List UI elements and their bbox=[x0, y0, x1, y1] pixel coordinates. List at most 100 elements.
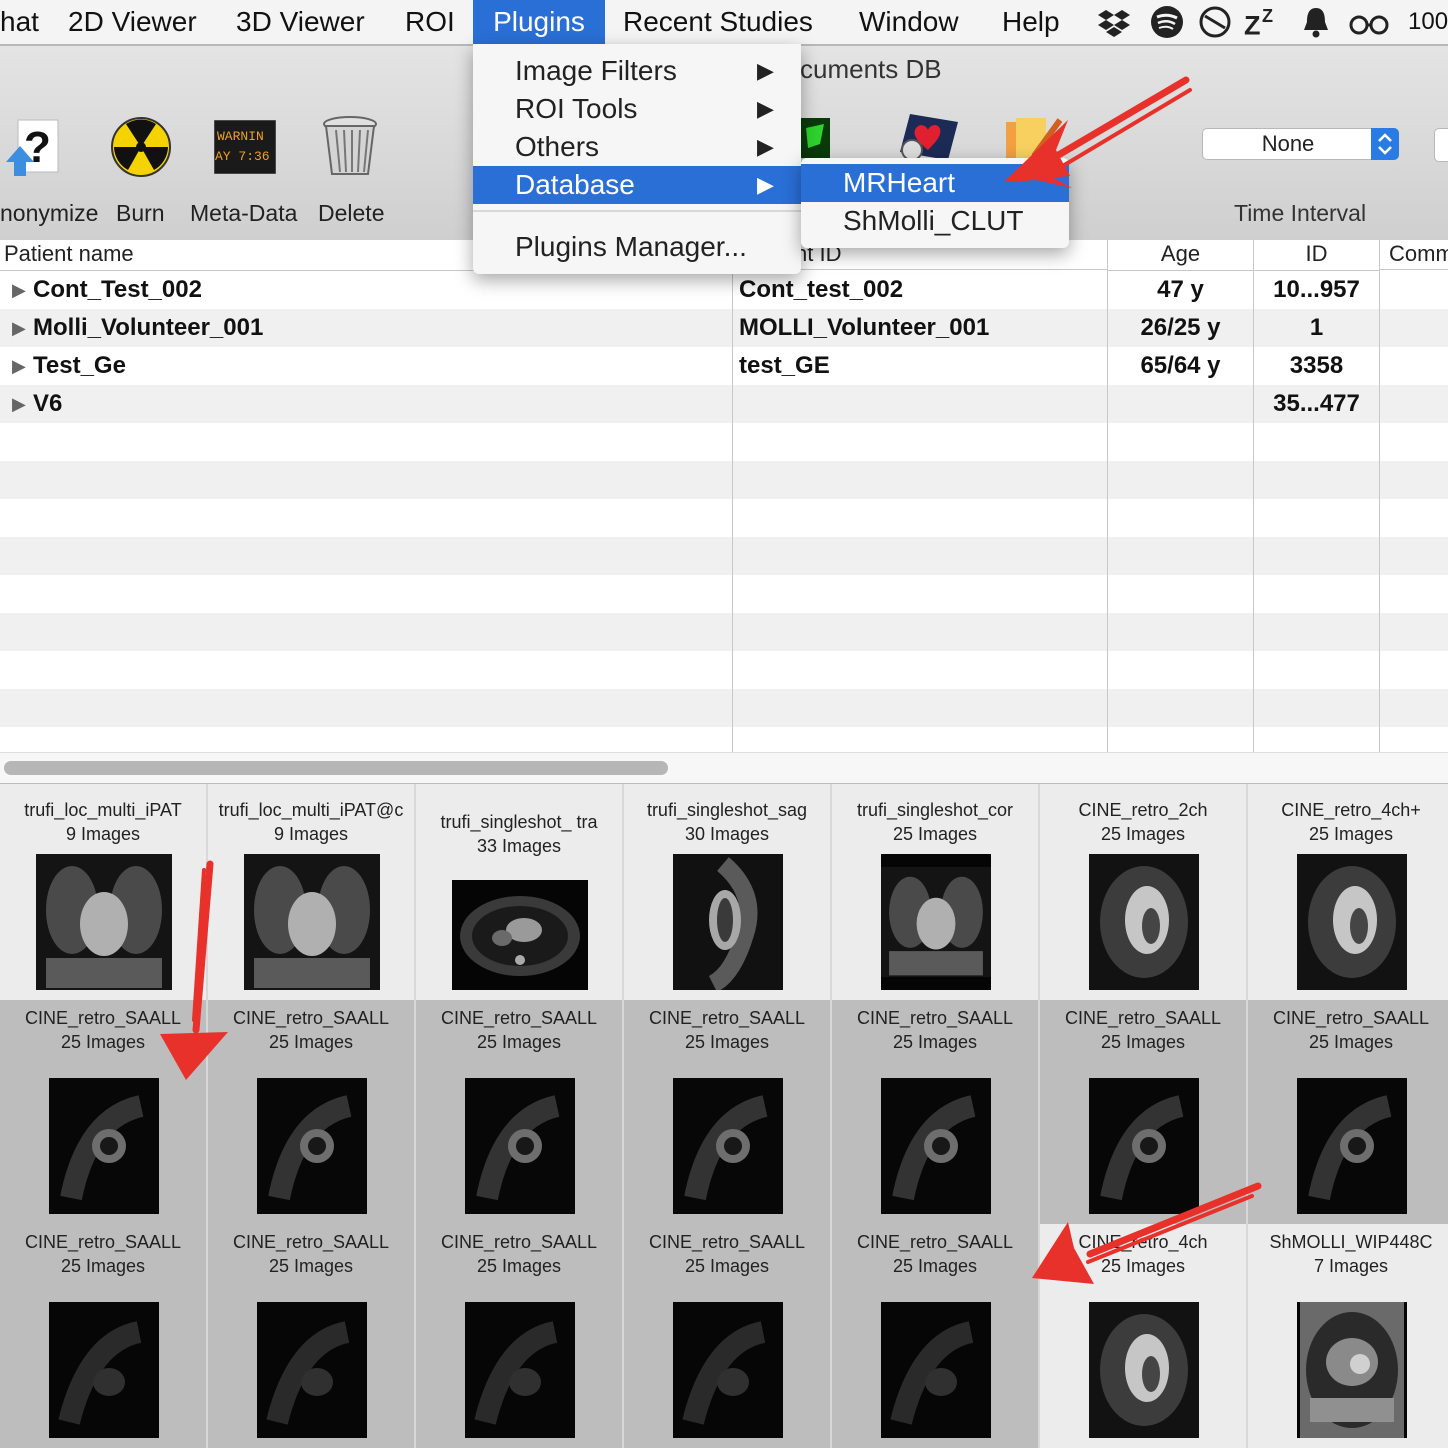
series-tile[interactable]: CINE_retro_SAALL 25 Images bbox=[832, 1000, 1040, 1224]
series-name: trufi_singleshot_sag bbox=[646, 800, 808, 820]
delete-trash-icon[interactable] bbox=[322, 114, 378, 178]
series-image-count: 25 Images bbox=[892, 1032, 978, 1052]
series-tile[interactable]: CINE_retro_2ch 25 Images bbox=[1040, 784, 1248, 1000]
series-thumbnail-image[interactable] bbox=[49, 1302, 159, 1438]
empty-row bbox=[0, 651, 1448, 689]
table-row[interactable]: ▶ Cont_Test_002 Cont_test_002 47 y 10...957 bbox=[0, 271, 1448, 309]
series-thumbnail-image[interactable] bbox=[1297, 1302, 1407, 1438]
disclosure-triangle-icon[interactable]: ▶ bbox=[12, 309, 26, 347]
table-row[interactable]: ▶ V6 35...477 bbox=[0, 385, 1448, 423]
burn-radiation-icon[interactable] bbox=[110, 116, 172, 178]
clut-palette-icon[interactable] bbox=[1004, 116, 1062, 162]
submenu-item-shmolli-clut[interactable]: ShMolli_CLUT bbox=[801, 202, 1069, 240]
series-thumbnail-image[interactable] bbox=[1297, 854, 1407, 990]
menu-3d-viewer[interactable]: 3D Viewer bbox=[236, 0, 365, 44]
series-thumbnail-image[interactable] bbox=[673, 854, 783, 990]
glasses-icon[interactable] bbox=[1348, 4, 1390, 40]
series-thumbnail-image[interactable] bbox=[49, 1078, 159, 1214]
series-tile[interactable]: CINE_retro_4ch+ 25 Images bbox=[1248, 784, 1448, 1000]
series-thumbnail-image[interactable] bbox=[881, 1302, 991, 1438]
spotify-icon[interactable] bbox=[1149, 4, 1185, 40]
series-thumbnail-image[interactable] bbox=[1297, 1078, 1407, 1214]
submenu-item-label: ShMolli_CLUT bbox=[843, 205, 1024, 236]
menu-item-plugins-manager[interactable]: Plugins Manager... bbox=[473, 228, 801, 266]
menu-item-image-filters[interactable]: Image Filters ▶ bbox=[473, 52, 801, 90]
menu-item-roi-tools[interactable]: ROI Tools ▶ bbox=[473, 90, 801, 128]
series-name: CINE_retro_SAALL bbox=[232, 1008, 390, 1028]
series-tile[interactable]: trufi_loc_multi_iPAT@c 9 Images bbox=[208, 784, 416, 1000]
series-tile[interactable]: trufi_singleshot_sag 30 Images bbox=[624, 784, 832, 1000]
series-thumbnail-image[interactable] bbox=[1089, 1078, 1199, 1214]
series-thumbnail-image[interactable] bbox=[1089, 1302, 1199, 1438]
series-tile[interactable]: CINE_retro_SAALL 25 Images bbox=[416, 1224, 624, 1448]
menu-recent-studies[interactable]: Recent Studies bbox=[623, 0, 813, 44]
submenu-arrow-icon: ▶ bbox=[757, 96, 774, 121]
menu-roi[interactable]: ROI bbox=[405, 0, 455, 44]
series-thumbnail-image[interactable] bbox=[452, 880, 588, 990]
series-thumbnail-image[interactable] bbox=[244, 854, 380, 990]
series-tile[interactable]: trufi_singleshot_cor 25 Images bbox=[832, 784, 1040, 1000]
series-thumbnail-image[interactable] bbox=[673, 1302, 783, 1438]
menu-format[interactable]: hat bbox=[0, 0, 39, 44]
series-tile[interactable]: CINE_retro_SAALL 25 Images bbox=[832, 1224, 1040, 1448]
sleep-icon[interactable]: ZZ bbox=[1244, 4, 1280, 40]
series-thumbnail-image[interactable] bbox=[257, 1078, 367, 1214]
series-tile[interactable]: trufi_singleshot_ tra 33 Images bbox=[416, 784, 624, 1000]
meta-data-icon[interactable]: WARNIN AY 7:36 bbox=[214, 120, 276, 174]
series-tile[interactable]: CINE_retro_SAALL 25 Images bbox=[208, 1000, 416, 1224]
do-not-disturb-icon[interactable] bbox=[1197, 4, 1233, 40]
series-thumbnail-image[interactable] bbox=[673, 1078, 783, 1214]
dropbox-icon[interactable] bbox=[1096, 4, 1132, 40]
menu-item-label: Others bbox=[515, 131, 600, 162]
series-tile[interactable]: CINE_retro_SAALL 25 Images bbox=[208, 1224, 416, 1448]
disclosure-triangle-icon[interactable]: ▶ bbox=[12, 347, 26, 385]
menu-bar: hat 2D Viewer 3D Viewer ROI Plugins Rece… bbox=[0, 0, 1448, 46]
series-thumbnail-image[interactable] bbox=[257, 1302, 367, 1438]
series-tile[interactable]: CINE_retro_SAALL 25 Images bbox=[624, 1224, 832, 1448]
heart-plugin-icon[interactable] bbox=[896, 110, 962, 160]
series-tile[interactable]: CINE_retro_SAALL 25 Images bbox=[624, 1000, 832, 1224]
menu-2d-viewer[interactable]: 2D Viewer bbox=[68, 0, 197, 44]
series-thumbnail-image[interactable] bbox=[881, 854, 991, 990]
patient-table: Patient name nt ID Age ID Comm ▶ Cont_Tes… bbox=[0, 240, 1448, 752]
header-id[interactable]: ID bbox=[1254, 240, 1379, 271]
series-thumbnail-image[interactable] bbox=[1089, 854, 1199, 990]
database-submenu: MRHeart ShMolli_CLUT bbox=[801, 158, 1069, 248]
series-tile[interactable]: CINE_retro_SAALL 25 Images bbox=[0, 1000, 208, 1224]
time-interval-select[interactable]: None bbox=[1202, 128, 1399, 160]
menu-help[interactable]: Help bbox=[1002, 0, 1060, 44]
svg-text:AY 7:36: AY 7:36 bbox=[215, 149, 270, 164]
table-row[interactable]: ▶ Test_Ge test_GE 65/64 y 3358 bbox=[0, 347, 1448, 385]
anonymize-icon[interactable]: ? bbox=[4, 116, 62, 178]
notification-bell-icon[interactable] bbox=[1298, 4, 1334, 40]
scrollbar-thumb[interactable] bbox=[4, 761, 668, 775]
horizontal-scrollbar[interactable] bbox=[0, 752, 1448, 784]
menu-item-database[interactable]: Database ▶ bbox=[473, 166, 801, 204]
header-age[interactable]: Age bbox=[1108, 240, 1253, 271]
disclosure-triangle-icon[interactable]: ▶ bbox=[12, 271, 26, 309]
secondary-select[interactable] bbox=[1434, 128, 1448, 162]
series-thumbnail-image[interactable] bbox=[36, 854, 172, 990]
table-row[interactable]: ▶ Molli_Volunteer_001 MOLLI_Volunteer_001 2… bbox=[0, 309, 1448, 347]
menu-item-others[interactable]: Others ▶ bbox=[473, 128, 801, 166]
series-thumbnail-image[interactable] bbox=[881, 1078, 991, 1214]
series-tile[interactable]: ShMOLLI_WIP448C 7 Images bbox=[1248, 1224, 1448, 1448]
series-tile[interactable]: CINE_retro_SAALL 25 Images bbox=[0, 1224, 208, 1448]
series-tile[interactable]: trufi_loc_multi_iPAT 9 Images bbox=[0, 784, 208, 1000]
header-comments[interactable]: Comm bbox=[1380, 240, 1448, 270]
svg-text:Z: Z bbox=[1262, 6, 1273, 26]
series-tile[interactable]: CINE_retro_SAALL 25 Images bbox=[1248, 1000, 1448, 1224]
series-image-count: 25 Images bbox=[1100, 1032, 1186, 1052]
menu-plugins[interactable]: Plugins bbox=[473, 0, 605, 44]
cell-patient-name: V6 bbox=[33, 390, 63, 417]
series-thumbnail-image[interactable] bbox=[465, 1078, 575, 1214]
disclosure-triangle-icon[interactable]: ▶ bbox=[12, 385, 26, 423]
series-thumbnail-image[interactable] bbox=[465, 1302, 575, 1438]
submenu-item-mrheart[interactable]: MRHeart bbox=[801, 164, 1069, 202]
series-tile[interactable]: CINE_retro_SAALL 25 Images bbox=[416, 1000, 624, 1224]
series-tile[interactable]: CINE_retro_4ch 25 Images bbox=[1040, 1224, 1248, 1448]
empty-row bbox=[0, 423, 1448, 461]
series-tile[interactable]: CINE_retro_SAALL 25 Images bbox=[1040, 1000, 1248, 1224]
database-icon[interactable] bbox=[800, 118, 830, 158]
menu-window[interactable]: Window bbox=[859, 0, 959, 44]
